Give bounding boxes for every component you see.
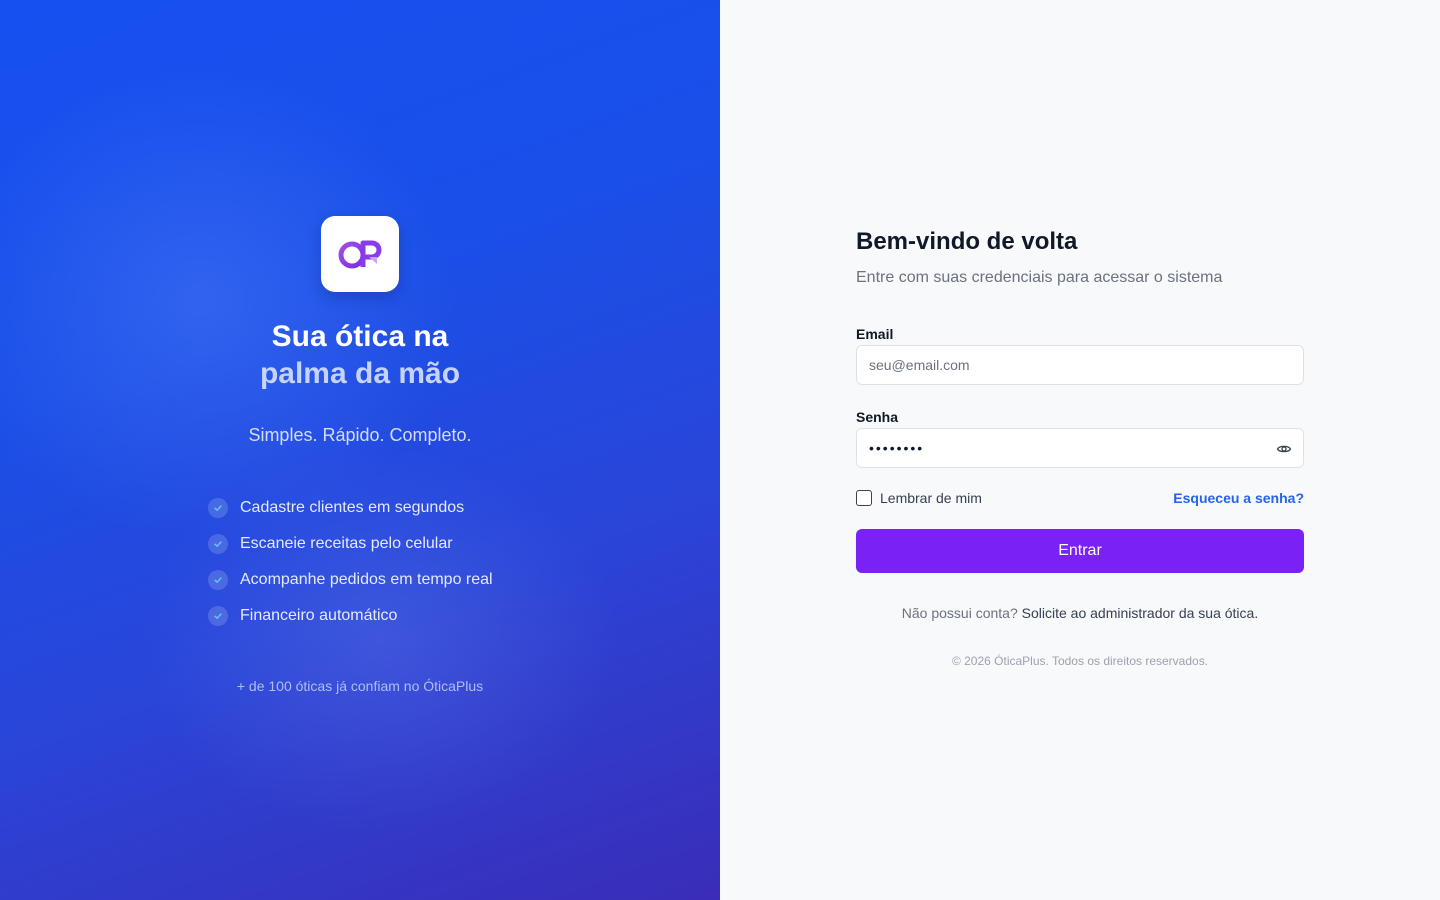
password-input[interactable] (857, 429, 1303, 467)
brand-panel: Sua ótica na palma da mão Simples. Rápid… (0, 0, 720, 900)
check-icon (208, 606, 228, 626)
welcome-title: Bem-vindo de volta (856, 228, 1078, 255)
hero-title-line2: palma da mão (259, 357, 461, 390)
feature-item: Financeiro automático (208, 598, 512, 634)
password-field-wrapper (856, 428, 1304, 468)
login-panel: Bem-vindo de volta Entre com suas creden… (720, 0, 1440, 900)
copyright: © 2026 ÓticaPlus. Todos os direitos rese… (951, 654, 1209, 668)
request-access-link[interactable]: Solicite ao administrador da sua ótica. (1022, 605, 1259, 621)
eye-icon[interactable] (1276, 441, 1292, 457)
feature-item: Escaneie receitas pelo celular (208, 526, 512, 562)
feature-text: Financeiro automático (240, 607, 398, 624)
trust-text: + de 100 óticas já confiam no ÓticaPlus (236, 678, 484, 694)
check-icon (208, 498, 228, 518)
feature-text: Acompanhe pedidos em tempo real (240, 571, 493, 588)
tagline: Simples. Rápido. Completo. (248, 425, 472, 445)
email-label: Email (856, 326, 894, 342)
remember-me-checkbox[interactable]: Lembrar de mim (856, 490, 982, 506)
hero-title-line1: Sua ótica na (271, 320, 449, 353)
signup-prompt: Não possui conta? (901, 605, 1018, 621)
signup-text: Não possui conta? Solicite ao administra… (856, 605, 1304, 621)
remember-me-label: Lembrar de mim (880, 490, 982, 506)
feature-text: Cadastre clientes em segundos (240, 499, 465, 516)
email-field-wrapper (856, 345, 1304, 385)
password-label: Senha (856, 409, 899, 425)
oticaplus-logo-icon (321, 216, 399, 292)
feature-item: Acompanhe pedidos em tempo real (208, 562, 512, 598)
feature-list: Cadastre clientes em segundos Escaneie r… (208, 490, 512, 634)
check-icon (208, 534, 228, 554)
feature-text: Escaneie receitas pelo celular (240, 535, 453, 552)
welcome-subtitle: Entre com suas credenciais para acessar … (856, 269, 1223, 286)
login-form: Bem-vindo de volta Entre com suas creden… (856, 226, 1304, 668)
login-button[interactable]: Entrar (856, 529, 1304, 573)
email-input[interactable] (857, 346, 1303, 384)
forgot-password-link[interactable]: Esqueceu a senha? (1173, 490, 1304, 506)
checkbox-box[interactable] (856, 490, 872, 506)
check-icon (208, 570, 228, 590)
options-row: Lembrar de mim Esqueceu a senha? (856, 488, 1304, 508)
feature-item: Cadastre clientes em segundos (208, 490, 512, 526)
hero-title: Sua ótica na palma da mão (260, 318, 460, 392)
